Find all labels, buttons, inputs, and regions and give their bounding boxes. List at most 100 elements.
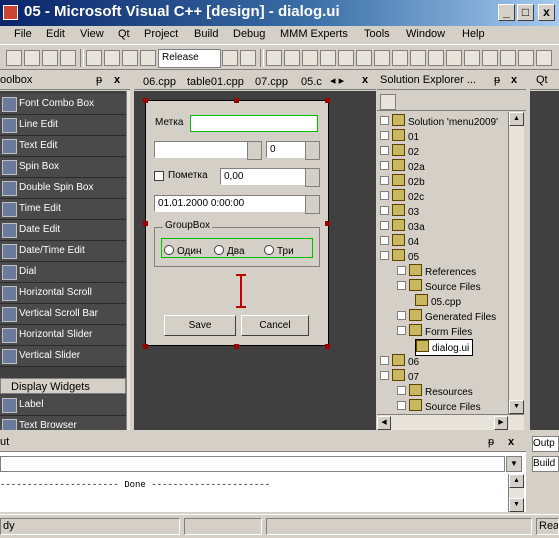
properties-icon[interactable]	[380, 94, 396, 110]
undo-icon[interactable]	[140, 50, 156, 66]
radio-three[interactable]: Три	[264, 245, 294, 257]
scroll-up-icon[interactable]: ▲	[509, 112, 524, 126]
adjust-size-icon[interactable]	[518, 50, 534, 66]
toolbox-scrollbar[interactable]	[126, 91, 130, 430]
dialog-form[interactable]: Метка 0 Пометка 0,00 01.01.2000 0:00:00 …	[143, 98, 330, 349]
menu-view[interactable]: View	[80, 28, 104, 40]
toolbox-item[interactable]: Text Browser	[0, 416, 126, 430]
tree-item[interactable]: References	[397, 264, 476, 279]
tab-scroll-arrows[interactable]: ◂ ▸	[330, 74, 344, 87]
resize-handle[interactable]	[143, 344, 148, 349]
scroll-down-icon[interactable]: ▼	[509, 498, 524, 512]
find-in-files-icon[interactable]	[284, 50, 300, 66]
tree-item[interactable]: 03a	[380, 219, 425, 234]
label-widget[interactable]: Метка	[155, 117, 183, 128]
toolbox-item[interactable]: Vertical Slider	[0, 346, 126, 367]
toolbox-item[interactable]: Font Combo Box	[0, 94, 126, 115]
close-icon[interactable]: x	[508, 436, 514, 448]
group-box[interactable]: GroupBox Один Два Три	[154, 220, 320, 267]
buddy-icon[interactable]	[446, 50, 462, 66]
tree-vertical-scrollbar[interactable]: ▲ ▼	[508, 112, 524, 414]
save-all-icon[interactable]	[60, 50, 76, 66]
datetime-edit[interactable]: 01.01.2000 0:00:00	[154, 195, 318, 212]
close-button[interactable]: x	[538, 4, 555, 21]
tree-item[interactable]: 04	[380, 234, 419, 249]
new-file-icon[interactable]	[6, 50, 22, 66]
menu-debug[interactable]: Debug	[233, 28, 265, 40]
toolbox-item[interactable]: Double Spin Box	[0, 178, 126, 199]
menu-help[interactable]: Help	[462, 28, 485, 40]
resize-handle[interactable]	[234, 98, 239, 103]
tree-item[interactable]: Resources	[397, 384, 473, 399]
align-icon[interactable]	[392, 50, 408, 66]
toolbox-item[interactable]: Time Edit	[0, 199, 126, 220]
pin-icon[interactable]: ᵽ	[96, 74, 102, 86]
cut-icon[interactable]	[86, 50, 102, 66]
resize-handle[interactable]	[325, 344, 330, 349]
resize-handle[interactable]	[325, 98, 330, 103]
properties-icon[interactable]	[302, 50, 318, 66]
tree-item[interactable]: 07	[380, 369, 419, 384]
spin-arrows-icon[interactable]	[305, 168, 320, 187]
tree-item[interactable]: Source Files	[397, 279, 481, 294]
toolbox-item[interactable]: Spin Box	[0, 157, 126, 178]
toolbox-item[interactable]: Horizontal Slider	[0, 325, 126, 346]
menu-qt[interactable]: Qt	[118, 28, 130, 40]
toolbox-item[interactable]: Vertical Scroll Bar	[0, 304, 126, 325]
tree-item[interactable]: 03	[380, 204, 419, 219]
toolbox-item[interactable]: Dial	[0, 262, 126, 283]
toolbox-icon[interactable]	[320, 50, 336, 66]
menu-build[interactable]: Build	[194, 28, 218, 40]
layout-icon[interactable]	[374, 50, 390, 66]
tree-item[interactable]: 05	[380, 249, 419, 264]
title-bar[interactable]: 05 - Microsoft Visual C++ [design] - dia…	[0, 0, 559, 26]
build-icon[interactable]	[222, 50, 238, 66]
save-icon[interactable]	[42, 50, 58, 66]
radio-one[interactable]: Один	[164, 245, 202, 257]
toolbox-item[interactable]: Horizontal Scroll	[0, 283, 126, 304]
tab-table01-cpp[interactable]: table01.cpp	[184, 74, 247, 90]
close-icon[interactable]: x	[362, 74, 368, 86]
grid-icon[interactable]	[410, 50, 426, 66]
checkbox-label[interactable]: Пометка	[168, 170, 208, 181]
double-spin-box[interactable]: 0,00	[220, 168, 318, 185]
tab-07-cpp[interactable]: 07.cpp	[252, 74, 291, 90]
menu-project[interactable]: Project	[144, 28, 178, 40]
toolbox-item[interactable]: Text Edit	[0, 136, 126, 157]
output-source-combo[interactable]	[0, 456, 505, 472]
paste-icon[interactable]	[122, 50, 138, 66]
toolbox-section-header[interactable]: Display Widgets	[0, 378, 126, 394]
menu-window[interactable]: Window	[406, 28, 445, 40]
toolbox-item[interactable]: Date/Time Edit	[0, 241, 126, 262]
toolbox-item[interactable]: Date Edit	[0, 220, 126, 241]
resize-handle[interactable]	[143, 98, 148, 103]
solution-icon[interactable]	[356, 50, 372, 66]
chevron-down-icon[interactable]: ▼	[506, 456, 522, 472]
toolbox-item[interactable]: Line Edit	[0, 115, 126, 136]
tree-item[interactable]: 02a	[380, 159, 425, 174]
open-file-icon[interactable]	[24, 50, 40, 66]
close-icon[interactable]: x	[114, 74, 120, 86]
save-button[interactable]: Save	[164, 315, 236, 336]
tree-item[interactable]: 02	[380, 144, 419, 159]
line-edit[interactable]	[190, 115, 318, 132]
tree-item[interactable]: 02b	[380, 174, 425, 189]
chevron-down-icon[interactable]	[247, 141, 262, 160]
tree-item[interactable]: Form Files	[397, 324, 472, 339]
build-tab[interactable]: Build	[532, 456, 559, 472]
copy-icon[interactable]	[104, 50, 120, 66]
tree-horizontal-scrollbar[interactable]: ◀ ▶	[377, 414, 524, 430]
resize-handle[interactable]	[234, 344, 239, 349]
output-scrollbar[interactable]: ▲ ▼	[508, 474, 524, 512]
signal-slot-icon[interactable]	[464, 50, 480, 66]
app-icon[interactable]	[3, 5, 18, 20]
tree-item-selected[interactable]: dialog.ui	[415, 339, 474, 356]
menu-edit[interactable]: Edit	[46, 28, 65, 40]
menu-mmm-experts[interactable]: MMM Experts	[280, 28, 348, 40]
tree-item[interactable]: 01	[380, 129, 419, 144]
pin-icon[interactable]: ᵽ	[488, 436, 494, 448]
tree-item[interactable]: 02c	[380, 189, 424, 204]
minimize-button[interactable]: _	[498, 4, 515, 21]
pin-icon[interactable]: ᵽ	[494, 74, 500, 86]
scroll-down-icon[interactable]: ▼	[509, 400, 524, 414]
